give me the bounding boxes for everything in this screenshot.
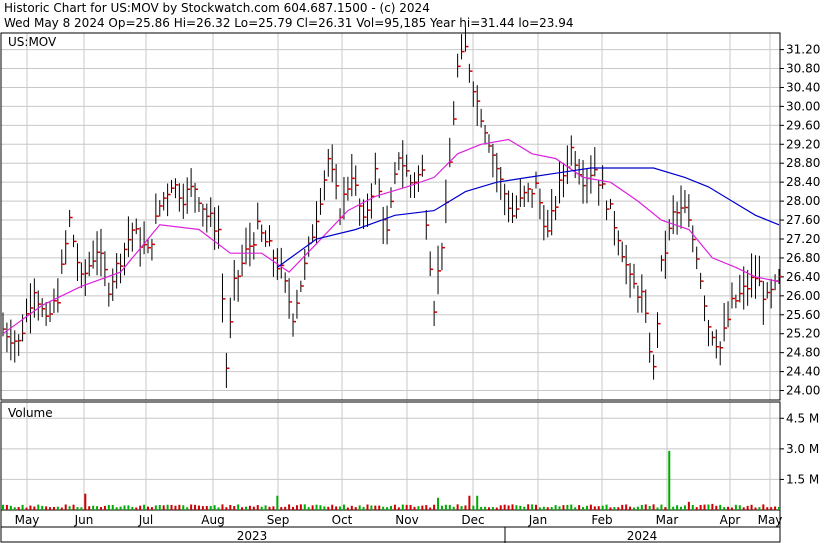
year-label: 2024 bbox=[627, 529, 658, 543]
price-tick-label: 25.60 bbox=[786, 308, 820, 322]
month-label: Nov bbox=[395, 513, 418, 527]
month-label: May bbox=[15, 513, 40, 527]
month-label: May bbox=[758, 513, 783, 527]
month-label: Aug bbox=[201, 513, 224, 527]
price-tick-label: 27.60 bbox=[786, 213, 820, 227]
volume-tick-label: 1.5 M bbox=[786, 472, 819, 486]
price-tick-label: 26.40 bbox=[786, 270, 820, 284]
grid-lines bbox=[1, 33, 780, 510]
price-tick-label: 27.20 bbox=[786, 232, 820, 246]
month-label: Apr bbox=[720, 513, 741, 527]
month-label: Jan bbox=[528, 513, 548, 527]
price-tick-label: 26.80 bbox=[786, 251, 820, 265]
volume-bars bbox=[2, 450, 780, 510]
month-label: Jun bbox=[74, 513, 94, 527]
price-tick-label: 24.40 bbox=[786, 365, 820, 379]
price-tick-label: 25.20 bbox=[786, 327, 820, 341]
price-tick-label: 30.00 bbox=[786, 99, 820, 113]
year-label: 2023 bbox=[237, 529, 268, 543]
price-tick-label: 29.20 bbox=[786, 137, 820, 151]
price-tick-label: 29.60 bbox=[786, 118, 820, 132]
price-tick-label: 26.00 bbox=[786, 289, 820, 303]
month-label: Mar bbox=[656, 513, 679, 527]
volume-legend: Volume bbox=[8, 406, 53, 420]
month-label: Jul bbox=[138, 513, 153, 527]
price-tick-label: 31.20 bbox=[786, 43, 820, 57]
chart-window: Historic Chart for US:MOV by Stockwatch.… bbox=[0, 0, 830, 543]
price-tick-label: 28.80 bbox=[786, 156, 820, 170]
volume-tick-label: 3.0 M bbox=[786, 442, 819, 456]
price-tick-label: 30.80 bbox=[786, 62, 820, 76]
price-tick-label: 24.80 bbox=[786, 346, 820, 360]
short-moving-average-line bbox=[2, 138, 780, 335]
stock-chart: 31.20 30.80 30.40 30.00 29.60 29.20 28.80 28.40… bbox=[0, 26, 820, 543]
price-tick-label: 24.00 bbox=[786, 384, 820, 398]
month-label: Oct bbox=[332, 513, 353, 527]
month-label: Feb bbox=[591, 513, 612, 527]
volume-tick-label: 4.5 M bbox=[786, 411, 819, 425]
price-legend: US:MOV bbox=[8, 35, 57, 49]
price-tick-label: 28.40 bbox=[786, 175, 820, 189]
month-label: Dec bbox=[461, 513, 484, 527]
month-label: Sep bbox=[267, 513, 290, 527]
price-tick-label: 28.00 bbox=[786, 194, 820, 208]
price-tick-label: 30.40 bbox=[786, 80, 820, 94]
